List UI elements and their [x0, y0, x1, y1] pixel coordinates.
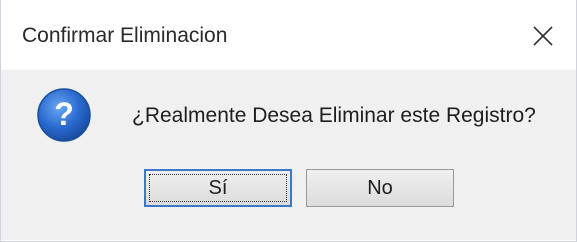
dialog-body: ? ¿Realmente Desea Eliminar este Registr… — [1, 70, 576, 240]
confirm-delete-dialog: Confirmar Eliminacion ? ¿Realmente Desea… — [0, 0, 577, 242]
svg-text:?: ? — [54, 96, 74, 132]
close-icon — [533, 26, 553, 46]
no-button[interactable]: No — [306, 169, 454, 207]
yes-button-label: Sí — [208, 176, 228, 199]
title-bar: Confirmar Eliminacion — [1, 0, 576, 70]
yes-button[interactable]: Sí — [144, 169, 292, 207]
window-title: Confirmar Eliminacion — [22, 24, 228, 47]
question-icon: ? — [37, 88, 91, 142]
no-button-label: No — [367, 176, 393, 199]
confirmation-message: ¿Realmente Desea Eliminar este Registro? — [132, 104, 536, 127]
close-button[interactable] — [526, 19, 560, 53]
